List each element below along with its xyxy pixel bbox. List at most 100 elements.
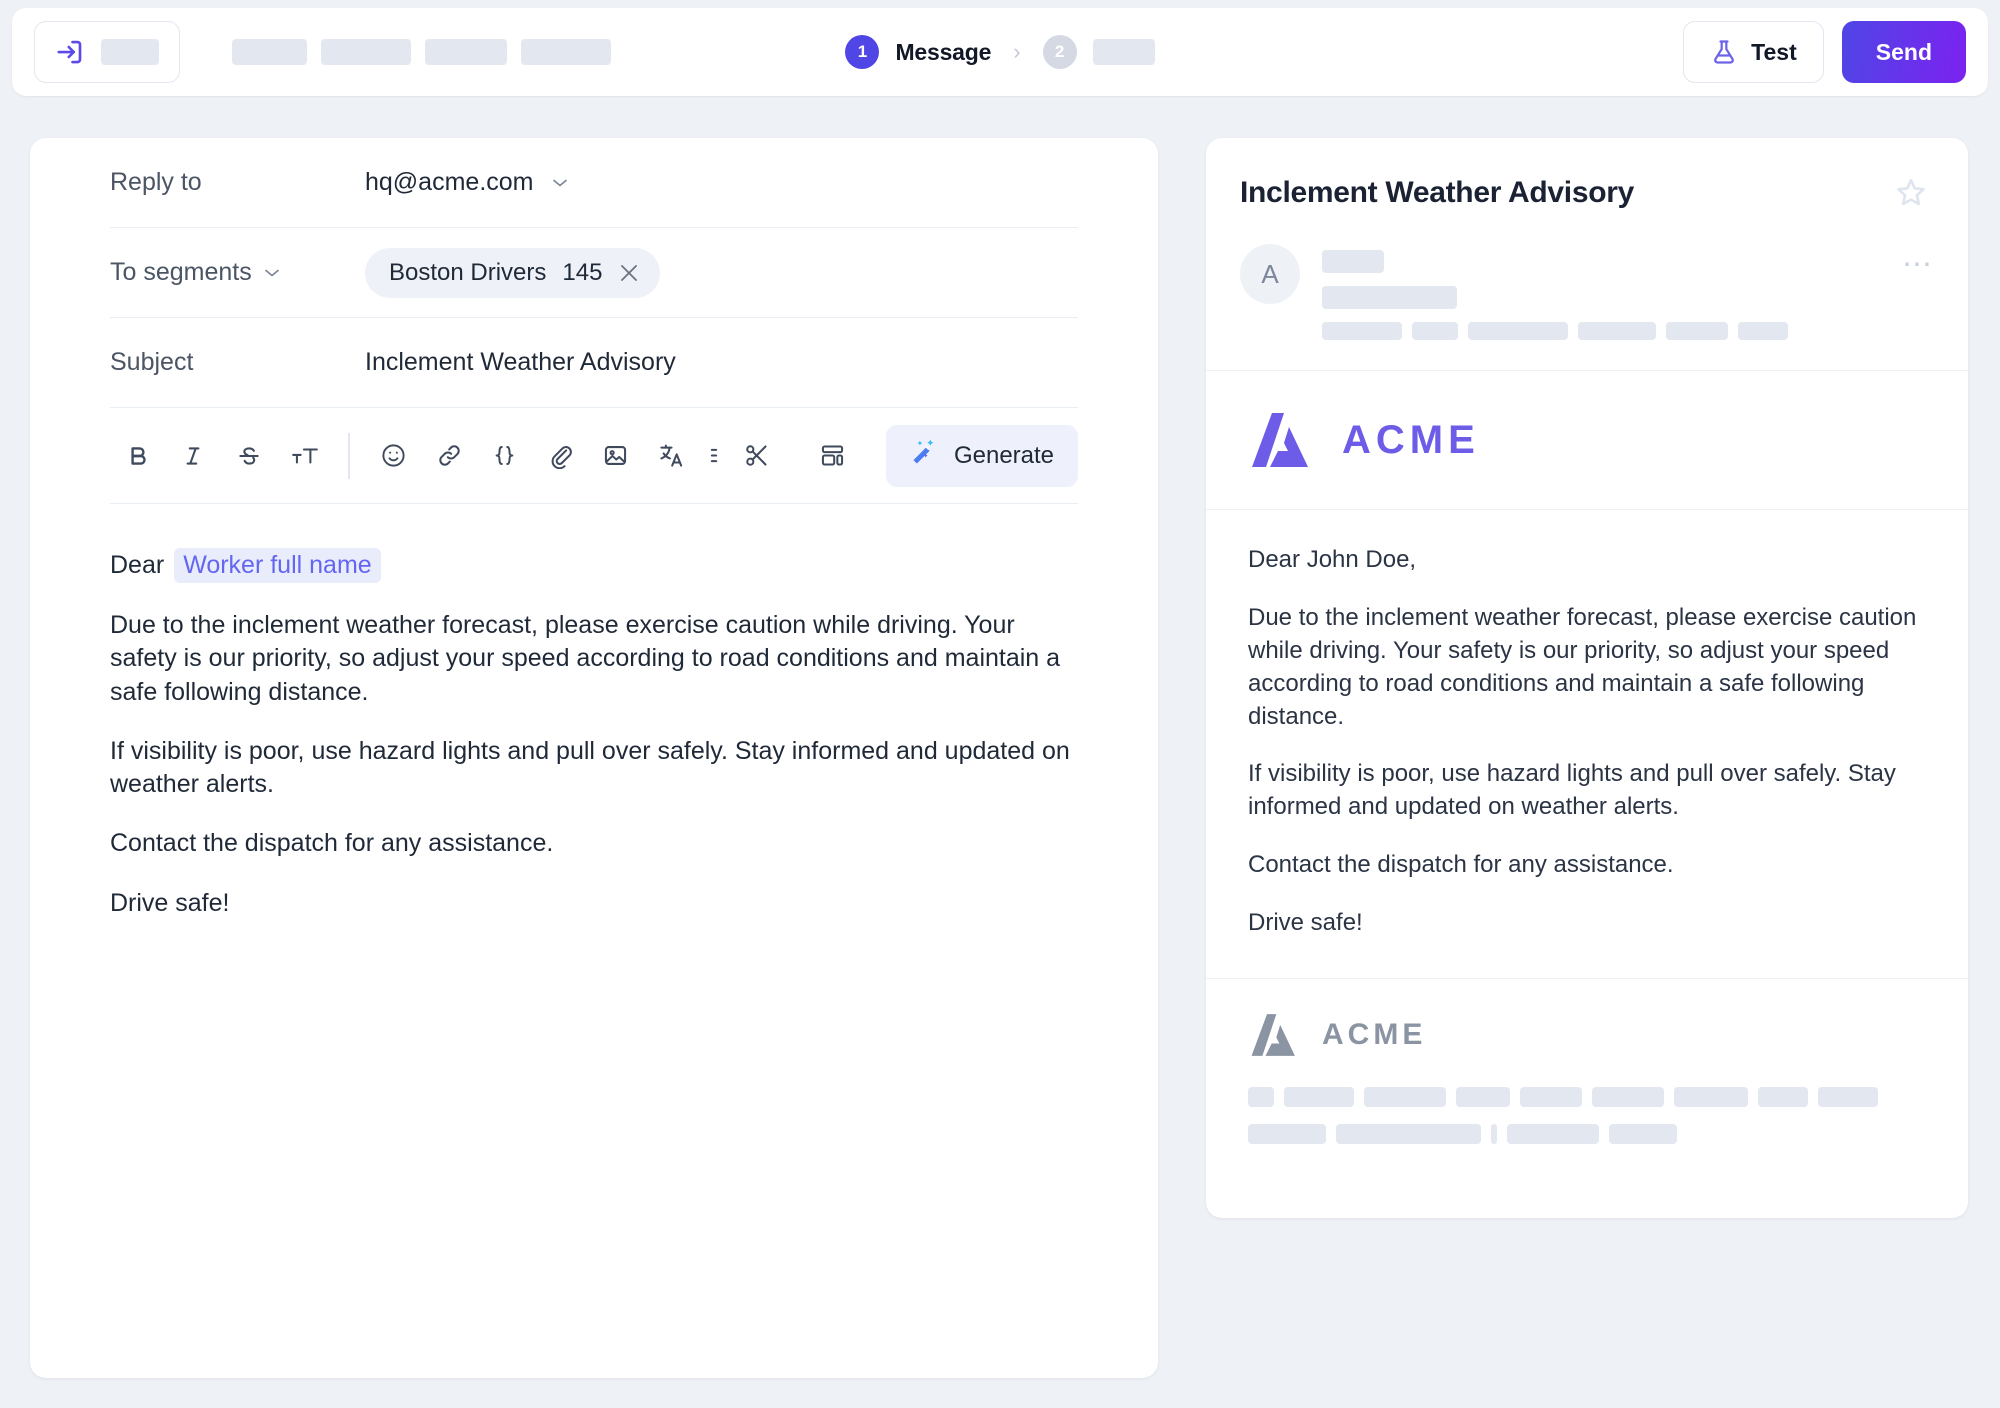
star-icon[interactable] bbox=[1894, 176, 1928, 210]
greeting-prefix: Dear bbox=[110, 551, 165, 579]
layout-template-icon[interactable] bbox=[804, 424, 860, 488]
flask-icon bbox=[1710, 38, 1738, 66]
translate-icon[interactable] bbox=[644, 424, 700, 488]
code-braces-icon[interactable] bbox=[477, 424, 533, 488]
footer-brand: ACME bbox=[1248, 1011, 1926, 1059]
greeting-line: Dear Worker full name bbox=[110, 548, 1078, 583]
sender-name-placeholder bbox=[1322, 250, 1384, 273]
more-vertical-icon[interactable] bbox=[699, 424, 729, 488]
reply-to-value: hq@acme.com bbox=[365, 168, 534, 196]
footer-placeholder bbox=[1520, 1086, 1582, 1107]
footer-placeholder bbox=[1592, 1086, 1664, 1107]
meta-chip bbox=[1578, 322, 1656, 340]
email-footer: ACME bbox=[1206, 979, 1968, 1144]
to-segments-label[interactable]: To segments bbox=[110, 258, 365, 287]
email-brand-header: ACME bbox=[1206, 371, 1968, 510]
toolbar-divider bbox=[348, 432, 350, 479]
reply-to-label: Reply to bbox=[110, 168, 202, 196]
email-paragraph: Due to the inclement weather forecast, p… bbox=[1248, 603, 1917, 730]
account-button[interactable] bbox=[34, 21, 180, 83]
email-paragraph: Drive safe! bbox=[1248, 909, 1363, 936]
link-icon[interactable] bbox=[421, 424, 477, 488]
acme-logo-mark bbox=[1248, 409, 1314, 471]
footer-placeholder bbox=[1248, 1086, 1274, 1107]
font-size-icon[interactable] bbox=[277, 424, 333, 488]
nav-placeholder[interactable] bbox=[321, 39, 411, 65]
preview-header: Inclement Weather Advisory bbox=[1206, 138, 1968, 210]
meta-chip bbox=[1322, 322, 1402, 340]
magic-wand-icon bbox=[910, 437, 940, 474]
preview-sender-meta: A ⋯ bbox=[1206, 210, 1968, 371]
footer-placeholder-row bbox=[1248, 1086, 1926, 1107]
step-message[interactable]: 1 Message bbox=[845, 35, 991, 69]
footer-placeholder bbox=[1507, 1123, 1599, 1144]
scissors-icon[interactable] bbox=[729, 424, 785, 488]
strikethrough-icon[interactable] bbox=[221, 424, 277, 488]
remove-segment-icon[interactable] bbox=[618, 262, 640, 284]
acme-brand-name: ACME bbox=[1342, 417, 1480, 462]
account-name-placeholder bbox=[101, 39, 159, 65]
attachment-icon[interactable] bbox=[532, 424, 588, 488]
step-2-label-placeholder bbox=[1092, 39, 1155, 65]
acme-logo-mark-gray bbox=[1248, 1011, 1300, 1059]
toolbar-left-group bbox=[34, 21, 611, 83]
footer-placeholder bbox=[1364, 1086, 1446, 1107]
segment-chip-container: Boston Drivers 145 bbox=[365, 247, 661, 298]
sender-email-placeholder bbox=[1322, 286, 1457, 309]
more-horizontal-icon[interactable]: ⋯ bbox=[1902, 250, 1934, 280]
email-paragraph: If visibility is poor, use hazard lights… bbox=[1248, 760, 1896, 821]
body-paragraph: Due to the inclement weather forecast, p… bbox=[110, 611, 1061, 706]
app-root: 1 Message › 2 Test Send Reply to hq@acme… bbox=[0, 0, 2000, 1408]
email-paragraph: Contact the dispatch for any assistance. bbox=[1248, 851, 1674, 879]
rich-text-toolbar: Generate bbox=[110, 408, 1079, 504]
reply-to-row: Reply to hq@acme.com bbox=[110, 138, 1078, 228]
segment-chip[interactable]: Boston Drivers 145 bbox=[365, 247, 661, 298]
message-editor-card: Reply to hq@acme.com To segments Boston … bbox=[30, 138, 1158, 1378]
subject-label: Subject bbox=[110, 348, 194, 376]
footer-brand-name: ACME bbox=[1322, 1017, 1427, 1051]
nav-placeholder-group bbox=[232, 39, 611, 65]
meta-chip bbox=[1666, 322, 1728, 340]
subject-input[interactable]: Inclement Weather Advisory bbox=[365, 348, 676, 377]
avatar: A bbox=[1240, 244, 1300, 304]
footer-placeholder bbox=[1336, 1123, 1481, 1144]
test-button[interactable]: Test bbox=[1683, 21, 1824, 83]
nav-placeholder[interactable] bbox=[521, 39, 611, 65]
generate-button[interactable]: Generate bbox=[885, 424, 1079, 487]
footer-placeholder bbox=[1284, 1086, 1354, 1107]
chevron-down-icon bbox=[552, 178, 568, 188]
step-two[interactable]: 2 bbox=[1042, 35, 1155, 69]
footer-placeholder bbox=[1674, 1086, 1748, 1107]
preview-subject-title: Inclement Weather Advisory bbox=[1240, 176, 1634, 209]
italic-icon[interactable] bbox=[166, 424, 222, 488]
nav-placeholder[interactable] bbox=[232, 39, 307, 65]
body-paragraph: If visibility is poor, use hazard lights… bbox=[110, 736, 1070, 798]
footer-placeholder bbox=[1248, 1123, 1326, 1144]
reply-to-select[interactable]: hq@acme.com bbox=[365, 168, 568, 197]
footer-placeholder bbox=[1456, 1086, 1510, 1107]
footer-placeholder bbox=[1818, 1086, 1878, 1107]
body-paragraph: Contact the dispatch for any assistance. bbox=[110, 829, 554, 858]
message-body-editor[interactable]: Dear Worker full name Due to the incleme… bbox=[110, 504, 1078, 920]
image-icon[interactable] bbox=[588, 424, 644, 488]
generate-button-label: Generate bbox=[953, 441, 1055, 469]
top-toolbar: 1 Message › 2 Test Send bbox=[12, 8, 1988, 96]
body-paragraph: Drive safe! bbox=[110, 888, 230, 917]
email-preview-card: Inclement Weather Advisory A ⋯ ACME Dear… bbox=[1206, 138, 1968, 1218]
sender-placeholder-lines bbox=[1322, 244, 1788, 340]
bold-icon[interactable] bbox=[110, 424, 166, 488]
nav-placeholder[interactable] bbox=[425, 39, 507, 65]
meta-chip-row bbox=[1322, 322, 1788, 340]
send-button[interactable]: Send bbox=[1841, 21, 1966, 83]
login-icon bbox=[55, 37, 85, 67]
step-1-number: 1 bbox=[845, 35, 880, 69]
footer-placeholder bbox=[1609, 1123, 1677, 1144]
merge-token-worker-name[interactable]: Worker full name bbox=[174, 548, 381, 583]
footer-placeholder bbox=[1758, 1086, 1808, 1107]
chevron-right-icon: › bbox=[1013, 39, 1021, 64]
test-button-label: Test bbox=[1751, 38, 1797, 65]
email-salutation: Dear John Doe, bbox=[1248, 546, 1417, 573]
emoji-icon[interactable] bbox=[366, 424, 422, 488]
step-1-label: Message bbox=[895, 38, 992, 65]
meta-chip bbox=[1468, 322, 1568, 340]
